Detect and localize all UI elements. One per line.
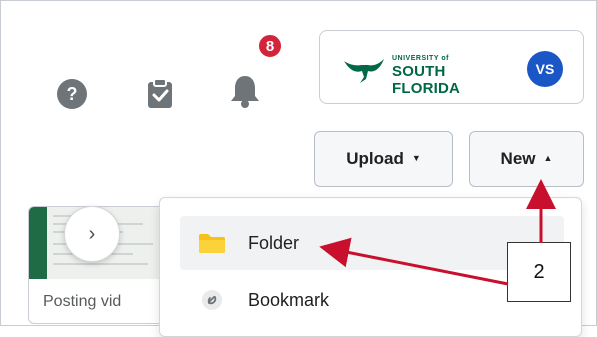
bookmark-link-icon	[194, 286, 230, 314]
bull-horns-icon	[344, 59, 384, 83]
chevron-right-icon[interactable]: ›	[64, 206, 120, 262]
caret-down-icon: ▼	[411, 153, 421, 163]
help-icon[interactable]: ?	[53, 75, 91, 113]
account-menu[interactable]: UNIVERSITY of SOUTH FLORIDA VS	[319, 30, 584, 104]
usf-logo: UNIVERSITY of SOUTH FLORIDA	[342, 51, 512, 97]
upload-button[interactable]: Upload ▼	[314, 131, 453, 187]
folder-icon	[194, 229, 230, 257]
top-bar: ? 8 UNIVERSITY of SOUTH FLORIDA VS	[1, 1, 597, 121]
logo-org-small: UNIVERSITY of	[392, 55, 449, 62]
caret-up-icon: ▲	[543, 153, 553, 163]
notification-badge: 8	[257, 33, 283, 59]
menu-item-bookmark-label: Bookmark	[248, 289, 330, 310]
thumbnail-caption: Posting vid	[43, 293, 122, 310]
app-frame: ? 8 UNIVERSITY of SOUTH FLORIDA VS Uploa…	[0, 0, 597, 337]
svg-text:?: ?	[67, 84, 78, 104]
bell-icon[interactable]	[225, 71, 265, 111]
clipboard-check-icon[interactable]	[141, 75, 179, 113]
upload-button-label: Upload	[346, 149, 404, 168]
logo-org-large: SOUTH FLORIDA	[392, 63, 461, 97]
new-button-label: New	[500, 149, 536, 168]
new-button[interactable]: New ▲	[469, 131, 584, 187]
avatar[interactable]: VS	[527, 51, 563, 87]
annotation-callout: 2	[507, 242, 571, 302]
menu-item-folder-label: Folder	[248, 232, 300, 253]
